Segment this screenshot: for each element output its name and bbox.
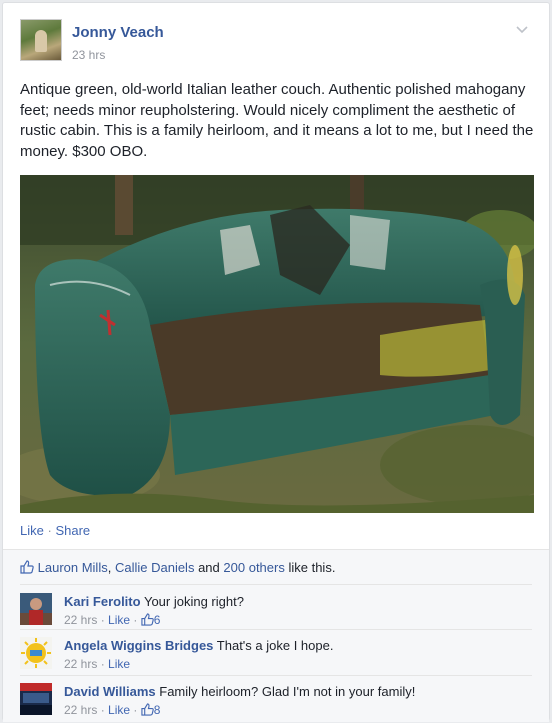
comment: Angela Wiggins Bridges That's a joke I h… xyxy=(20,637,540,677)
likes-and: and xyxy=(198,560,220,575)
comment-timestamp[interactable]: 22 hrs xyxy=(64,613,97,627)
post-photo[interactable] xyxy=(20,175,534,513)
comment-like-count[interactable]: 8 xyxy=(154,703,161,717)
like-link[interactable]: Like xyxy=(20,523,44,538)
comment-like-link[interactable]: Like xyxy=(108,613,130,627)
likes-comma: , xyxy=(107,560,112,575)
author-avatar[interactable] xyxy=(20,19,62,61)
divider xyxy=(20,584,532,585)
comment-timestamp[interactable]: 22 hrs xyxy=(64,703,97,717)
comment-like-count[interactable]: 6 xyxy=(154,613,161,627)
comment-meta: 22 hrs · Like xyxy=(64,656,333,673)
thumbs-up-icon xyxy=(20,560,34,577)
meta-separator: · xyxy=(133,703,138,717)
likes-others-link[interactable]: 200 others xyxy=(223,560,284,575)
thumbs-up-icon xyxy=(141,703,154,721)
commenter-name[interactable]: Kari Ferolito xyxy=(64,594,141,609)
comment-text: Your joking right? xyxy=(143,594,244,609)
comment: David Williams Family heirloom? Glad I'm… xyxy=(20,683,540,723)
comment-like-link[interactable]: Like xyxy=(108,657,130,671)
divider xyxy=(20,629,532,630)
post-header: Jonny Veach 23 hrs xyxy=(20,19,530,65)
comment-timestamp[interactable]: 22 hrs xyxy=(64,657,97,671)
commenter-avatar[interactable] xyxy=(20,593,52,625)
comment-body: Kari Ferolito Your joking right? 22 hrs … xyxy=(64,593,244,631)
author-name[interactable]: Jonny Veach xyxy=(72,24,164,41)
commenter-name[interactable]: David Williams xyxy=(64,684,156,699)
comment: Kari Ferolito Your joking right? 22 hrs … xyxy=(20,593,540,633)
post-text: Antique green, old-world Italian leather… xyxy=(20,81,534,160)
avatar-figure xyxy=(35,30,47,52)
meta-separator: · xyxy=(100,657,105,671)
post-actions: Like · Share xyxy=(20,523,90,538)
chevron-down-icon[interactable] xyxy=(514,21,530,37)
comment-meta: 22 hrs · Like · 8 xyxy=(64,702,415,721)
share-link[interactable]: Share xyxy=(55,523,90,538)
liker-name[interactable]: Callie Daniels xyxy=(115,560,194,575)
commenter-avatar[interactable] xyxy=(20,683,52,715)
likes-summary: Lauron Mills, Callie Daniels and 200 oth… xyxy=(20,560,335,577)
comment-text: That's a joke I hope. xyxy=(216,638,334,653)
post-timestamp[interactable]: 23 hrs xyxy=(72,48,105,62)
action-separator: · xyxy=(47,523,52,538)
comment-body: Angela Wiggins Bridges That's a joke I h… xyxy=(64,637,333,673)
commenter-name[interactable]: Angela Wiggins Bridges xyxy=(64,638,213,653)
liker-name[interactable]: Lauron Mills xyxy=(38,560,108,575)
commenter-avatar[interactable] xyxy=(20,637,52,669)
divider xyxy=(20,675,532,676)
meta-separator: · xyxy=(133,613,138,627)
post-card: Jonny Veach 23 hrs Antique green, old-wo… xyxy=(2,2,550,723)
meta-separator: · xyxy=(100,703,105,717)
comment-text: Family heirloom? Glad I'm not in your fa… xyxy=(159,684,416,699)
likes-suffix: like this. xyxy=(288,560,336,575)
meta-separator: · xyxy=(100,613,105,627)
comment-body: David Williams Family heirloom? Glad I'm… xyxy=(64,683,415,721)
comment-like-link[interactable]: Like xyxy=(108,703,130,717)
